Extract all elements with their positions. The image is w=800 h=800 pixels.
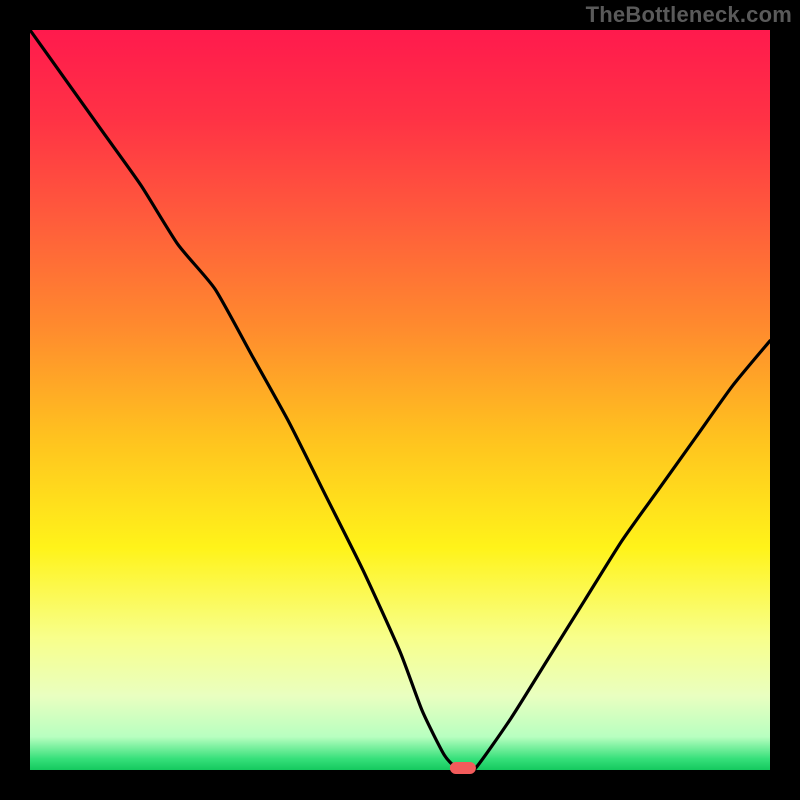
gradient-background bbox=[30, 30, 770, 770]
attribution-label: TheBottleneck.com bbox=[586, 2, 792, 28]
optimal-marker bbox=[450, 762, 476, 774]
chart-container: TheBottleneck.com bbox=[0, 0, 800, 800]
bottleneck-chart bbox=[0, 0, 800, 800]
